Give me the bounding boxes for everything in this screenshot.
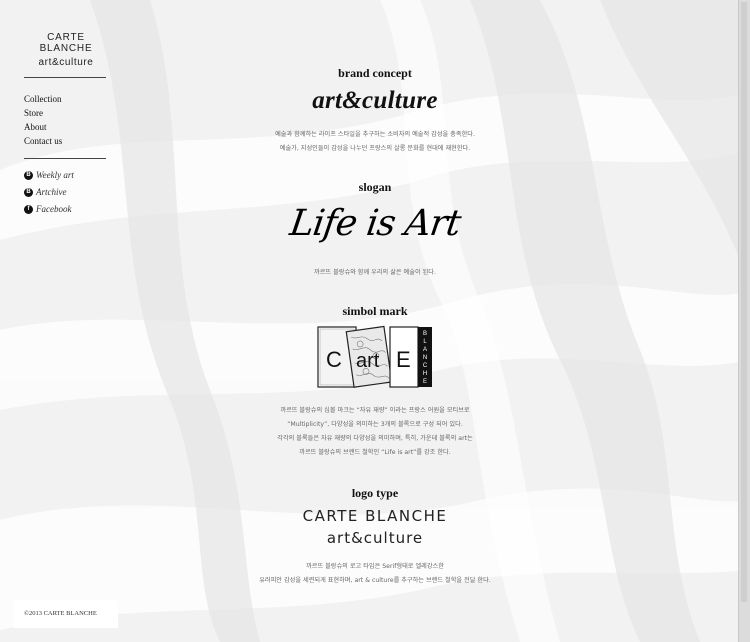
section-heading-symbol-mark: simbol mark (342, 304, 408, 318)
brand-tagline[interactable]: art&culture (24, 57, 108, 68)
mark-description-line: 각각의 블록들은 자유 재량의 다양성을 의미하며, 특히, 가운데 블록의 a… (277, 435, 473, 442)
svg-text:B: B (423, 331, 427, 337)
blog-icon: B (24, 188, 33, 197)
mark-description-line: 까르뜨 블랑슈의 심볼 마크는 “자유 재량” 이라는 프랑스 어원을 모티브로 (280, 407, 470, 414)
symbol-mark-logo: C art E B L A N C H E (317, 325, 432, 388)
svg-text:A: A (423, 347, 427, 353)
copyright: ©2013 CARTE BLANCHE (14, 600, 118, 628)
brand-name[interactable]: CARTE BLANCHE (24, 32, 108, 54)
divider (24, 158, 106, 159)
scrollbar-thumb[interactable] (741, 2, 747, 602)
svg-text:N: N (423, 355, 427, 361)
nav-item-collection[interactable]: Collection (24, 92, 108, 106)
mark-description-line: 까르뜨 블랑슈의 브랜드 철학인 “Life is art”를 강조 한다. (299, 449, 451, 456)
logotype-description-line: 유러피안 감성을 세련되게 표현하며, art & culture를 추구하는 … (259, 577, 491, 584)
logotype-line1: CARTE BLANCHE (302, 507, 448, 525)
section-heading-logo-type: logo type (351, 486, 399, 500)
mark-description-line: “Multiplicity”, 다양성을 의미하는 3개의 블록으로 구성 되어… (287, 421, 463, 428)
svg-text:C: C (423, 363, 428, 369)
social-link-facebook[interactable]: f Facebook (24, 201, 108, 218)
divider (24, 77, 106, 78)
svg-text:C: C (326, 347, 342, 372)
concept-title: art&culture (312, 87, 438, 114)
facebook-icon: f (24, 205, 33, 214)
social-link-label: Facebook (36, 204, 72, 214)
social-link-weekly-art[interactable]: B Weekly art (24, 167, 108, 184)
nav-item-contact[interactable]: Contact us (24, 134, 108, 148)
section-heading-brand-concept: brand concept (338, 66, 412, 80)
social-links: B Weekly art B Artchive f Facebook (24, 167, 108, 218)
svg-text:E: E (396, 347, 411, 372)
nav-item-store[interactable]: Store (24, 106, 108, 120)
social-link-label: Artchive (36, 187, 67, 197)
concept-description-line: 예술과 함께하는 라이프 스타일을 추구하는 소비자의 예술적 감성을 충족한다… (275, 131, 475, 138)
slogan-script: Life is Art (287, 203, 463, 244)
logotype-description-line: 까르뜨 블랑슈의 로고 타입은 Serif형태로 엘레강스한 (306, 563, 444, 570)
social-link-label: Weekly art (36, 170, 74, 180)
svg-text:E: E (423, 379, 427, 385)
sidebar: CARTE BLANCHE art&culture Collection Sto… (24, 32, 108, 218)
main-nav: Collection Store About Contact us (24, 92, 108, 148)
svg-text:art: art (356, 350, 380, 372)
nav-item-about[interactable]: About (24, 120, 108, 134)
slogan-description: 까르뜨 블랑슈와 함께 우리의 삶은 예술이 된다. (314, 269, 436, 276)
social-link-artchive[interactable]: B Artchive (24, 184, 108, 201)
svg-text:H: H (423, 371, 427, 377)
concept-description-line: 예술가, 지성인들이 감성을 나누던 프랑스의 살롱 문화를 현대에 재현한다. (279, 145, 471, 152)
blog-icon: B (24, 171, 33, 180)
logotype-line2: art&culture (326, 529, 424, 547)
section-heading-slogan: slogan (358, 180, 392, 194)
vertical-scrollbar[interactable] (738, 0, 750, 642)
